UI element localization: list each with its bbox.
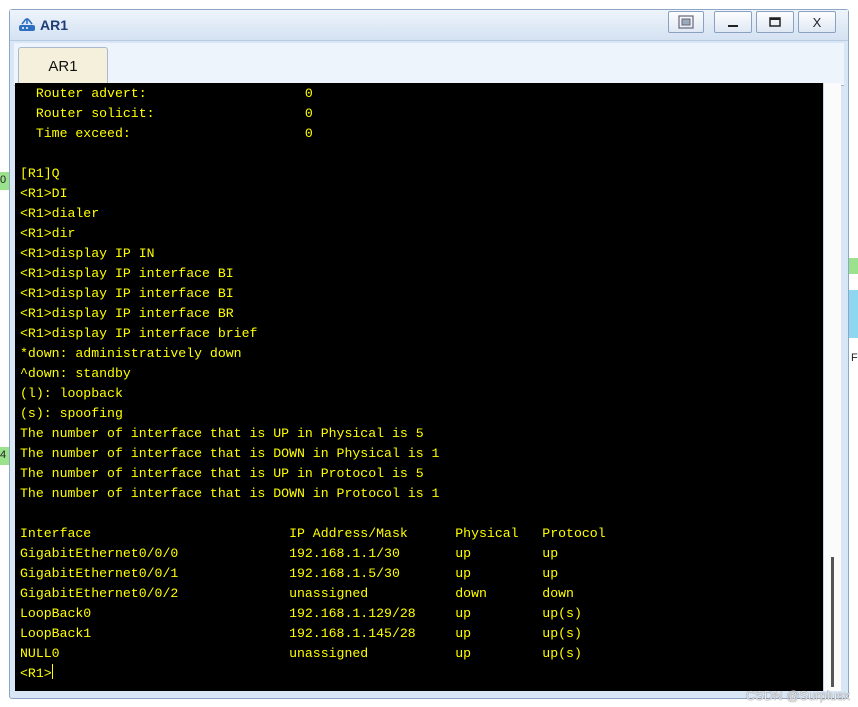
terminal-line: GigabitEthernet0/0/2 unassigned down dow… — [20, 586, 574, 601]
router-icon — [19, 18, 35, 31]
terminal-output: Router advert: 0 Router solicit: 0 Time … — [20, 84, 606, 684]
watermark: CSDN @Surplusx — [745, 688, 850, 703]
terminal-prompt: <R1> — [20, 666, 52, 681]
tab-ar1[interactable]: AR1 — [18, 47, 108, 84]
terminal-line: (l): loopback — [20, 386, 123, 401]
terminal-line: <R1>dialer — [20, 206, 100, 221]
close-icon: X — [812, 14, 822, 30]
terminal-line: <R1>display IP IN — [20, 246, 155, 261]
restore-icon — [678, 15, 694, 29]
terminal-prompt-line: <R1> — [20, 664, 606, 684]
restore-button[interactable] — [668, 11, 704, 33]
close-button[interactable]: X — [798, 11, 836, 33]
maximize-button[interactable] — [756, 11, 794, 33]
terminal-line: <R1>DI — [20, 186, 68, 201]
background-link-right — [849, 258, 858, 274]
terminal-line: The number of interface that is UP in Ph… — [20, 426, 424, 441]
terminal-line: GigabitEthernet0/0/1 192.168.1.5/30 up u… — [20, 566, 559, 581]
terminal-line: <R1>display IP interface BI — [20, 286, 234, 301]
terminal-line: The number of interface that is DOWN in … — [20, 446, 440, 461]
terminal-line: Time exceed: 0 — [20, 126, 313, 141]
terminal-line: Router advert: 0 — [20, 86, 313, 101]
background-node-right — [849, 290, 858, 338]
terminal-line: [R1]Q — [20, 166, 60, 181]
terminal-scrollbar[interactable] — [823, 83, 841, 691]
minimize-button[interactable] — [714, 11, 752, 33]
terminal-line: The number of interface that is DOWN in … — [20, 486, 440, 501]
terminal-line: <R1>dir — [20, 226, 76, 241]
terminal-line: Interface IP Address/Mask Physical Proto… — [20, 526, 606, 541]
tab-strip: AR1 — [14, 43, 844, 86]
terminal-line: *down: administratively down — [20, 346, 242, 361]
background-label-right: F — [851, 352, 858, 364]
terminal-line: GigabitEthernet0/0/0 192.168.1.1/30 up u… — [20, 546, 559, 561]
title-bar[interactable]: AR1 X — [10, 10, 848, 41]
terminal-console[interactable]: Router advert: 0 Router solicit: 0 Time … — [15, 83, 823, 691]
background-label-left-top: 0 — [0, 174, 7, 186]
terminal-line: <R1>display IP interface BR — [20, 306, 234, 321]
terminal-line: ^down: standby — [20, 366, 131, 381]
background-label-left-bottom: 4 — [0, 449, 7, 461]
terminal-line: NULL0 unassigned up up(s) — [20, 646, 582, 661]
text-cursor — [51, 664, 53, 679]
window-title: AR1 — [40, 17, 69, 33]
terminal-line: <R1>display IP interface brief — [20, 326, 258, 341]
terminal-line: Router solicit: 0 — [20, 106, 313, 121]
terminal-line: (s): spoofing — [20, 406, 123, 421]
terminal-line: The number of interface that is UP in Pr… — [20, 466, 424, 481]
minimize-icon — [728, 25, 738, 27]
tab-label: AR1 — [48, 57, 78, 75]
terminal-line: <R1>display IP interface BI — [20, 266, 234, 281]
router-console-window: AR1 X AR1 Router advert: 0 Router solici… — [9, 9, 849, 699]
scrollbar-thumb[interactable] — [831, 557, 834, 687]
terminal-line: LoopBack1 192.168.1.145/28 up up(s) — [20, 626, 582, 641]
terminal-line: LoopBack0 192.168.1.129/28 up up(s) — [20, 606, 582, 621]
maximize-icon — [769, 17, 781, 27]
